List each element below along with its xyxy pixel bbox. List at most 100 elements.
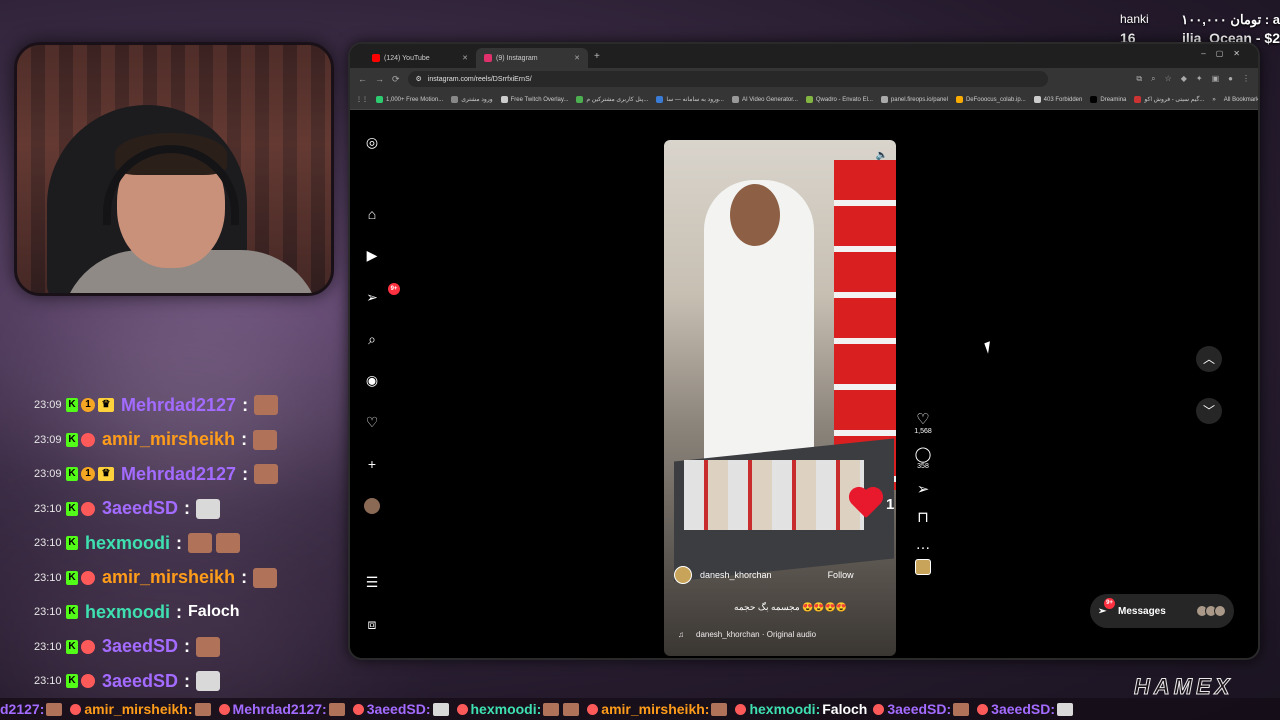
comment-button[interactable]: ◯ 358 (910, 445, 936, 470)
chat-username[interactable]: amir_mirsheikh (102, 567, 235, 588)
bookmark-item[interactable]: Free Twitch Overlay... (500, 96, 568, 103)
chat-username[interactable]: 3aeedSD (102, 636, 178, 657)
browser-window: (124) YouTube ✕ (9) Instagram ✕ + –▢✕ ← … (348, 42, 1260, 660)
chat-username[interactable]: hexmoodi (85, 602, 170, 623)
bookmark-item[interactable]: Qwadro - Envato El... (805, 96, 873, 103)
audio-label: danesh_khorchan · Original audio (696, 630, 817, 639)
owner-avatar[interactable] (674, 566, 692, 584)
more-menu-icon[interactable]: ☰ (364, 574, 380, 590)
mute-icon[interactable]: 🔈 (876, 150, 888, 161)
chevron-up-icon[interactable]: ︿ (1196, 346, 1222, 372)
save-button[interactable]: ⊓ (910, 508, 936, 526)
bookmark-favicon-icon (955, 96, 963, 103)
chat-message: 23:09 Kamir_mirsheikh: (34, 423, 364, 458)
bookmark-favicon-icon (376, 96, 383, 103)
chat-username[interactable]: 3aeedSD (102, 671, 178, 692)
extension-icon[interactable]: ◆ (1181, 74, 1187, 84)
share-button[interactable]: ➢ (910, 480, 936, 498)
extensions-puzzle-icon[interactable]: ▣ (1212, 74, 1220, 84)
bookmark-item[interactable]: 403 Forbidden (1033, 96, 1083, 103)
create-icon[interactable]: + (364, 456, 380, 472)
like-button[interactable]: ♡ 1,568 (910, 410, 936, 435)
chat-username[interactable]: amir_mirsheikh (102, 429, 235, 450)
bookmark-item[interactable]: AI Video Generator... (731, 96, 798, 103)
forward-icon[interactable]: → (375, 74, 384, 84)
notification-badge: 9+ (388, 283, 400, 295)
bookmark-item[interactable]: 1,000+ Free Motion... (376, 96, 443, 103)
instagram-page: ◎ ⌂ ▶ ➢ 9+ ⌕ ◉ ♡ + ☰ ⧈ 🔈 1 danesh_khorch… (350, 110, 1258, 658)
instagram-logo-icon[interactable]: ◎ (364, 134, 380, 150)
k-badge-icon: K (66, 570, 78, 585)
chat-username[interactable]: hexmoodi (85, 533, 170, 554)
bookmark-item[interactable]: DeFooocus_colab.ip... (955, 96, 1026, 103)
chat-username[interactable]: Mehrdad2127 (121, 464, 236, 485)
chevron-right-icon[interactable]: » (1212, 97, 1215, 103)
more-button[interactable]: … (910, 536, 936, 553)
close-icon[interactable]: ✕ (574, 54, 580, 62)
messages-button[interactable]: ➢ 9+ Messages (1090, 594, 1234, 628)
crown-badge-icon: ♛ (98, 398, 114, 413)
threads-icon[interactable]: ⧈ (364, 616, 380, 632)
face-emote-icon (194, 702, 211, 716)
k-badge-icon: K (66, 674, 78, 689)
reel-audio[interactable]: ♫ danesh_khorchan · Original audio (678, 630, 816, 639)
chat-message: 23:10 Kamir_mirsheikh: (34, 561, 364, 596)
home-icon[interactable]: ⌂ (364, 206, 380, 222)
profile-icon[interactable]: ● (1228, 74, 1233, 84)
bookmark-item[interactable]: panel.fireops.io/panel (880, 96, 948, 103)
audio-thumbnail[interactable] (915, 559, 931, 575)
bookmark-star-icon[interactable]: ☆ (1165, 74, 1172, 84)
chat-separator: : (241, 567, 248, 588)
bookmark-item[interactable]: گیم سیتی - فروش اکو... (1134, 96, 1204, 103)
bookmark-item[interactable]: Dreamina (1090, 96, 1126, 103)
chat-username[interactable]: Mehrdad2127 (121, 395, 236, 416)
user-badge-icon (218, 703, 230, 715)
reels-icon[interactable]: ▶ (364, 247, 380, 263)
install-icon[interactable]: ⧉ (1136, 74, 1142, 84)
ticker-username: 3aeedSD: (887, 701, 952, 717)
bookmark-item[interactable]: پنل کاربری مشترکین م... (576, 96, 648, 103)
profile-avatar[interactable] (364, 498, 380, 514)
explore-icon[interactable]: ◉ (364, 372, 380, 388)
ticker-username: amir_mirsheikh: (601, 701, 710, 717)
close-icon[interactable]: ✕ (462, 54, 468, 62)
tab-instagram[interactable]: (9) Instagram ✕ (476, 48, 588, 68)
bookmark-item[interactable]: ورود به سامانه — سا... (656, 96, 724, 103)
window-controls[interactable]: –▢✕ (1201, 49, 1250, 58)
bookmark-label: 403 Forbidden (1043, 96, 1083, 103)
message-avatars (1196, 605, 1226, 617)
heart-icon[interactable]: ♡ (364, 414, 380, 430)
reel-video[interactable]: 🔈 1 danesh_khorchan Follow مجسمه بگ حجمه… (664, 140, 896, 656)
reload-icon[interactable]: ⟳ (392, 74, 400, 85)
face-emote-icon (253, 429, 278, 450)
chat-timestamp: 23:10 (34, 502, 62, 515)
search-icon[interactable]: ⌕ (364, 331, 380, 347)
apps-icon[interactable]: ⋮⋮ (356, 96, 368, 103)
instagram-icon (484, 54, 492, 62)
k-badge-icon: K (66, 398, 78, 413)
bot-badge-icon (81, 501, 95, 516)
stream-chat: 23:09 K 1 ♛ Mehrdad2127:23:09 Kamir_mirsheikh… (34, 388, 364, 699)
bookmark-label: Qwadro - Envato El... (815, 96, 873, 103)
follow-button[interactable]: Follow (828, 570, 854, 580)
site-info-icon[interactable]: ⚙ (416, 75, 422, 83)
url-input[interactable]: ⚙ instagram.com/reels/DSrrfxiErnS/ (407, 71, 1048, 87)
owner-username[interactable]: danesh_khorchan (700, 570, 772, 580)
messages-badge: 9+ (1104, 597, 1115, 609)
chat-username[interactable]: 3aeedSD (102, 498, 178, 519)
toolbar-icons: ⧉ ⌕ ☆ ◆ ✦ ▣ ● ⋮ (1136, 74, 1250, 84)
menu-icon[interactable]: ⋮ (1242, 74, 1250, 84)
back-icon[interactable]: ← (358, 74, 367, 84)
new-tab-button[interactable]: + (594, 51, 600, 62)
extension-icon[interactable]: ✦ (1196, 74, 1203, 84)
bookmarks-bar: ⋮⋮ 1,000+ Free Motion... ورود مشتری Free T… (350, 90, 1258, 110)
tab-bar: (124) YouTube ✕ (9) Instagram ✕ + –▢✕ (350, 44, 1258, 68)
bookmark-item[interactable]: ورود مشتری (451, 96, 493, 103)
direct-icon[interactable]: ➢ 9+ (364, 283, 400, 305)
chevron-down-icon[interactable]: ﹀ (1196, 398, 1222, 424)
ticker-message: amir_mirsheikh: (587, 701, 729, 717)
all-bookmarks-button[interactable]: All Bookmarks (1224, 97, 1258, 103)
zoom-icon[interactable]: ⌕ (1151, 74, 1155, 84)
tab-youtube[interactable]: (124) YouTube ✕ (364, 48, 476, 68)
chat-separator: : (241, 429, 248, 450)
